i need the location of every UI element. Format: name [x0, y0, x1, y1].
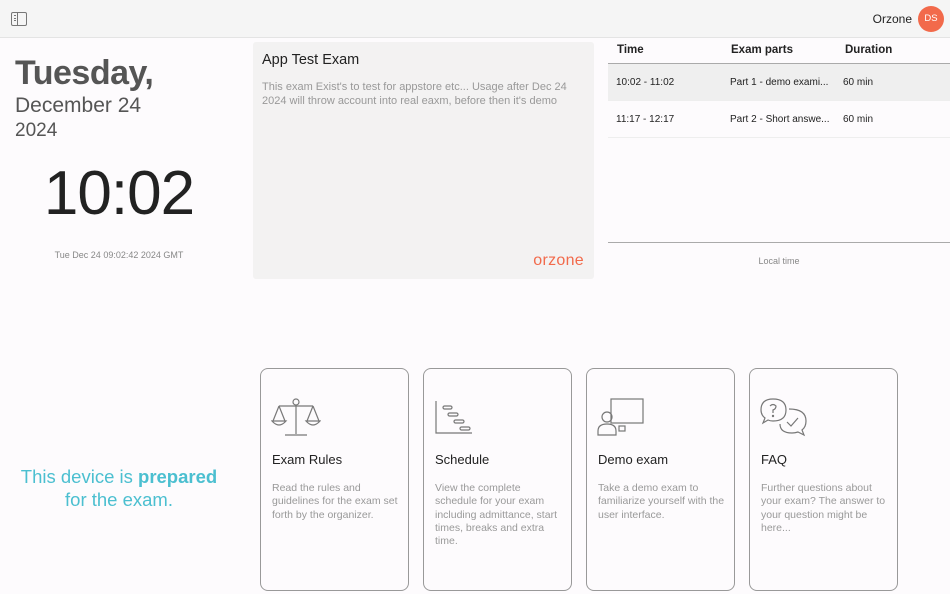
month-day-label: December 24 [15, 94, 142, 117]
tile-title: FAQ [761, 452, 788, 467]
schedule-header-row: Time Exam parts Duration [608, 38, 950, 64]
presenter-screen-icon [597, 398, 644, 436]
gmt-timestamp: Tue Dec 24 09:02:42 2024 GMT [54, 250, 184, 260]
avatar[interactable]: DS [918, 6, 944, 32]
row-duration: 60 min [843, 77, 874, 88]
device-status-message: This device is prepared for the exam. [0, 465, 238, 511]
exam-description: This exam Exist's to test for appstore e… [262, 81, 567, 107]
header-exam-parts: Exam parts [731, 44, 794, 56]
tile-description: View the complete schedule for your exam… [435, 482, 557, 548]
exam-title: App Test Exam [262, 52, 360, 68]
row-part: Part 2 - Short answe... [730, 114, 830, 125]
status-prefix: This device is [20, 466, 139, 487]
tile-title: Exam Rules [272, 452, 343, 467]
tile-faq[interactable]: FAQ Further questions about your exam? T… [749, 368, 898, 591]
tile-title: Schedule [435, 452, 490, 467]
schedule-divider [608, 242, 950, 243]
status-suffix: for the exam. [65, 489, 173, 510]
chat-bubbles-icon [760, 398, 807, 437]
status-emphasis: prepared [138, 466, 218, 487]
row-time: 10:02 - 11:02 [616, 77, 675, 88]
tile-exam-rules[interactable]: Exam Rules Read the rules and guidelines… [260, 368, 409, 591]
row-time: 11:17 - 12:17 [616, 114, 675, 125]
year-label: 2024 [15, 120, 58, 141]
header-time: Time [617, 44, 644, 56]
orzone-logo: orzone [533, 252, 584, 269]
weekday-label: Tuesday, [15, 54, 154, 92]
schedule-table: Time Exam parts Duration 10:02 - 11:02 P… [608, 38, 950, 138]
table-row[interactable]: 10:02 - 11:02 Part 1 - demo exami... 60 … [608, 64, 950, 101]
table-row[interactable]: 11:17 - 12:17 Part 2 - Short answe... 60… [608, 101, 950, 138]
local-time-note: Local time [758, 256, 800, 266]
row-part: Part 1 - demo exami... [730, 77, 829, 88]
gantt-chart-icon [435, 401, 472, 434]
scales-icon [271, 398, 321, 436]
tile-demo-exam[interactable]: Demo exam Take a demo exam to familiariz… [586, 368, 735, 591]
top-bar: Orzone DS [0, 0, 950, 38]
tile-description: Further questions about your exam? The a… [761, 482, 886, 534]
row-duration: 60 min [843, 114, 874, 125]
tile-schedule[interactable]: Schedule View the complete schedule for … [423, 368, 572, 591]
header-duration: Duration [845, 44, 893, 56]
organization-name: Orzone [872, 12, 912, 26]
tile-description: Read the rules and guidelines for the ex… [272, 482, 398, 521]
sidebar-toggle-icon[interactable] [11, 12, 27, 26]
exam-card: App Test Exam This exam Exist's to test … [253, 42, 594, 279]
tile-title: Demo exam [598, 452, 669, 467]
tile-description: Take a demo exam to familiarize yourself… [598, 482, 725, 521]
clock: 10:02 [43, 159, 195, 228]
